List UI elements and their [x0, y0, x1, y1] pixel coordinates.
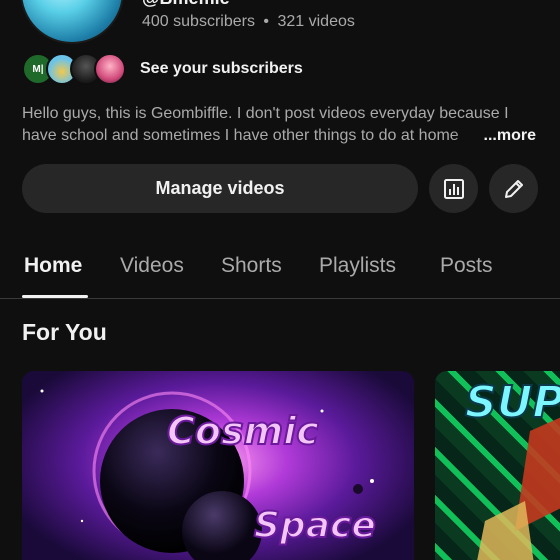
video-artwork: [477, 417, 560, 560]
video-title-line: Space: [253, 504, 377, 547]
subscriber-avatars: M|: [22, 53, 126, 85]
active-tab-indicator: [22, 295, 88, 298]
stats-separator: •: [263, 13, 270, 30]
subscriber-count: 400 subscribers: [142, 13, 255, 30]
tab-shorts[interactable]: Shorts: [221, 254, 282, 278]
see-subscribers-row[interactable]: M| See your subscribers: [22, 52, 303, 86]
channel-description[interactable]: Hello guys, this is Geombiffle. I don't …: [22, 103, 536, 147]
video-title-line: Cosmic: [166, 408, 320, 454]
channel-avatar[interactable]: [20, 0, 124, 44]
channel-handle: @Bmemie: [142, 0, 230, 9]
manage-videos-button[interactable]: Manage videos: [22, 164, 418, 213]
see-subscribers-link[interactable]: See your subscribers: [140, 60, 303, 78]
tab-home[interactable]: Home: [24, 254, 82, 278]
edit-button[interactable]: [489, 164, 538, 213]
subscriber-avatar: [94, 53, 126, 85]
more-button[interactable]: ...more: [453, 125, 536, 147]
description-line: have school and sometimes I have other t…: [22, 127, 459, 144]
analytics-button[interactable]: [429, 164, 478, 213]
channel-tabs: Home Videos Shorts Playlists Posts: [0, 240, 560, 299]
video-thumbnail[interactable]: Cosmic Space: [22, 371, 414, 560]
tab-videos[interactable]: Videos: [120, 254, 184, 278]
pencil-icon: [504, 179, 523, 198]
channel-stats: 400 subscribers • 321 videos: [142, 13, 355, 31]
tab-posts[interactable]: Posts: [440, 254, 493, 278]
video-count: 321 videos: [277, 13, 355, 30]
tab-playlists[interactable]: Playlists: [319, 254, 396, 278]
section-title: For You: [22, 319, 107, 345]
description-line: Hello guys, this is Geombiffle. I don't …: [22, 105, 509, 122]
description-line-wrap: have school and sometimes I have other t…: [22, 125, 536, 147]
video-thumbnail[interactable]: SUP: [435, 371, 560, 560]
analytics-icon: [443, 178, 464, 199]
